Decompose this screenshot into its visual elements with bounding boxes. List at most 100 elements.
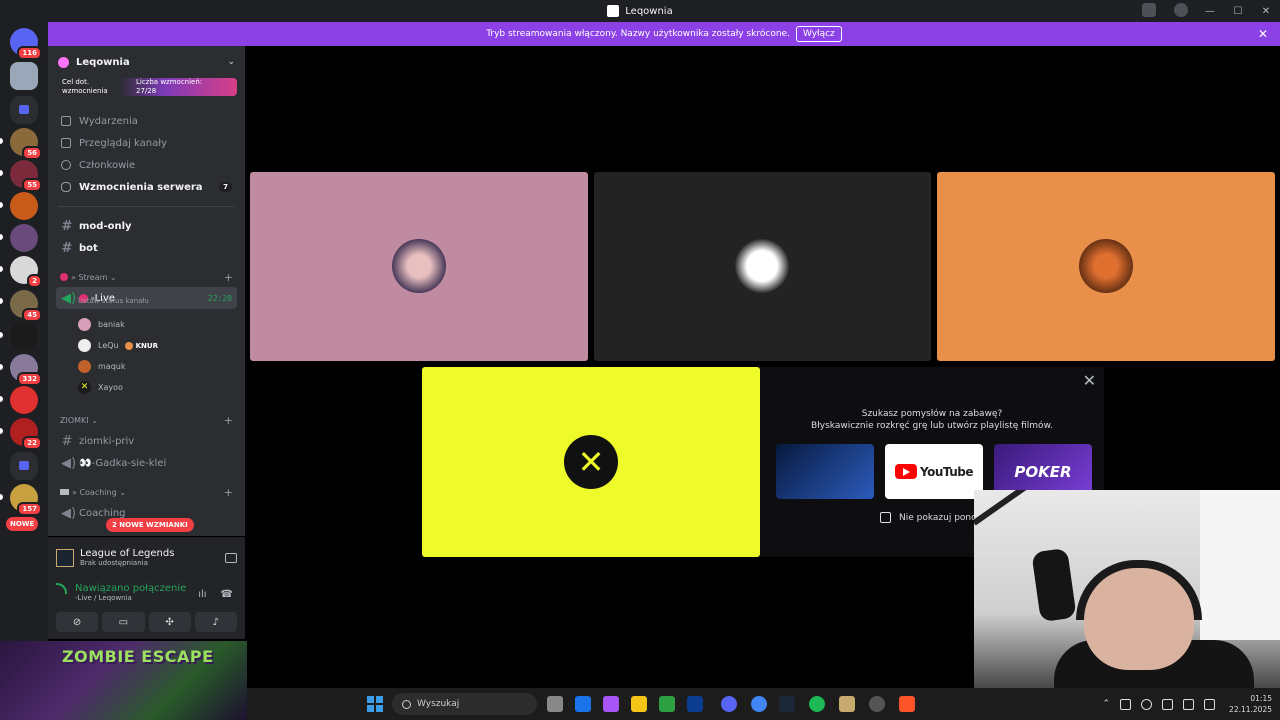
activity-card-youtube[interactable]: YouTube xyxy=(885,444,983,499)
server-icon[interactable] xyxy=(10,386,38,414)
activities-button[interactable]: ✣ xyxy=(148,612,191,632)
microphone-icon[interactable] xyxy=(1162,698,1174,710)
disable-streamer-mode-button[interactable]: Wyłącz xyxy=(795,26,842,42)
nav-browse-channels[interactable]: Przeglądaj kanały xyxy=(56,132,237,154)
channel-bot[interactable]: # bot xyxy=(56,237,237,259)
share-screen-icon[interactable] xyxy=(225,552,237,563)
chrome-icon[interactable] xyxy=(751,696,767,712)
clock[interactable]: 01:15 22.11.2025 xyxy=(1229,693,1272,715)
server-header[interactable]: Leqownia ⌄ xyxy=(48,46,245,78)
task-view-icon[interactable] xyxy=(547,696,563,712)
server-icon[interactable]: 332 xyxy=(10,354,42,386)
soundboard-button[interactable]: ♪ xyxy=(194,612,237,632)
card-label: POKER xyxy=(1014,462,1072,481)
voice-user[interactable]: maquk xyxy=(78,356,245,377)
voice-user[interactable]: ✕ Xayoo xyxy=(78,377,245,398)
dont-show-again-checkbox[interactable]: Nie pokazuj ponow xyxy=(880,512,984,523)
activity-card-game[interactable] xyxy=(776,444,874,499)
nav-events[interactable]: Wydarzenia xyxy=(56,110,237,132)
video-tile-maquk[interactable] xyxy=(937,172,1275,361)
server-name: Leqownia xyxy=(76,56,130,68)
add-channel-icon[interactable]: + xyxy=(224,414,233,427)
close-icon[interactable]: ✕ xyxy=(1258,27,1268,41)
folder-icon[interactable] xyxy=(10,96,38,124)
video-tile-lequ[interactable] xyxy=(594,172,931,361)
tray-app-icon[interactable] xyxy=(1141,698,1153,710)
server-icon[interactable]: 157 xyxy=(10,484,42,516)
nav-members[interactable]: Członkowie xyxy=(56,154,237,176)
channel-gadka[interactable]: ◀) 👀-Gadka-sie-klei xyxy=(56,452,237,474)
unread-indicator xyxy=(0,170,3,176)
inbox-icon[interactable] xyxy=(1142,3,1156,17)
new-servers-pill[interactable]: NOWE xyxy=(6,517,39,531)
hashtag-icon: # xyxy=(61,433,73,449)
category-stream[interactable]: » Stream ⌄ + xyxy=(56,267,237,287)
file-explorer-icon[interactable] xyxy=(631,696,647,712)
nav-server-boosts[interactable]: Wzmocnienia serwera 7 xyxy=(56,176,237,198)
nav-label: Wzmocnienia serwera xyxy=(79,181,203,193)
steam-icon[interactable] xyxy=(779,696,795,712)
home-button[interactable]: 116 xyxy=(10,28,42,60)
voice-user[interactable]: LeQu KNUR xyxy=(78,335,245,356)
network-icon[interactable] xyxy=(1183,698,1195,710)
photoshop-icon[interactable] xyxy=(687,696,703,712)
server-icon[interactable]: 2 xyxy=(10,256,42,288)
noise-suppression-icon[interactable]: ılı xyxy=(198,589,206,600)
help-icon[interactable] xyxy=(1174,3,1188,17)
voice-connection-panel: Nawiązano połączenie -Live / Leqownia ıl… xyxy=(48,577,245,639)
close-icon[interactable]: ✕ xyxy=(1083,371,1096,390)
connection-status: Nawiązano połączenie xyxy=(75,583,187,594)
tray-app-icon[interactable] xyxy=(1120,698,1132,710)
disconnect-icon[interactable]: ☎ xyxy=(221,589,233,600)
popup-hint: Błyskawicznie rozkręć grę lub utwórz pla… xyxy=(811,421,1053,431)
server-icon[interactable]: 45 xyxy=(10,290,42,322)
server-icon[interactable] xyxy=(10,192,38,220)
share-screen-button[interactable]: ▭ xyxy=(102,612,145,632)
store-icon[interactable] xyxy=(659,696,675,712)
new-mentions-pill[interactable]: 2 NOWE WZMIANKI xyxy=(106,518,194,532)
server-icon[interactable] xyxy=(10,224,38,252)
channel-name: ziomki-priv xyxy=(79,435,135,447)
taskbar: Wyszukaj ⌃ 01:15 22.11.2025 xyxy=(247,688,1280,720)
server-icon[interactable]: 56 xyxy=(10,128,42,160)
channel-name: bot xyxy=(79,242,98,254)
mic-arm xyxy=(974,490,1066,526)
signal-icon[interactable] xyxy=(56,583,67,594)
set-channel-status[interactable]: Ustaw status kanału xyxy=(78,297,245,305)
maximize-button[interactable]: ☐ xyxy=(1224,6,1252,17)
video-tile-xayoo[interactable]: ✕ xyxy=(422,367,760,557)
server-icon[interactable]: 22 xyxy=(10,418,42,450)
server-icon[interactable] xyxy=(10,322,38,350)
server-icon[interactable] xyxy=(10,62,38,90)
nav-label: Członkowie xyxy=(79,159,136,171)
brave-icon[interactable] xyxy=(899,696,915,712)
video-tile-baniak[interactable] xyxy=(250,172,588,361)
taskbar-search[interactable]: Wyszukaj xyxy=(392,693,537,715)
channel-mod-only[interactable]: # mod-only xyxy=(56,215,237,237)
windows-start-icon[interactable] xyxy=(367,696,383,712)
camera-off-button[interactable]: ⊘ xyxy=(56,612,99,632)
folder-icon[interactable] xyxy=(10,452,38,480)
discord-taskbar-icon[interactable] xyxy=(721,696,737,712)
category-ziomki[interactable]: ZIOMKI ⌄ + xyxy=(56,410,237,430)
unread-indicator xyxy=(0,494,3,500)
category-coaching[interactable]: » Coaching ⌄ + xyxy=(56,482,237,502)
outlook-icon[interactable] xyxy=(575,696,591,712)
server-icon[interactable]: 55 xyxy=(10,160,42,192)
unread-indicator xyxy=(0,396,3,402)
add-channel-icon[interactable]: + xyxy=(224,271,233,284)
avatar: ✕ xyxy=(78,381,91,394)
add-channel-icon[interactable]: + xyxy=(224,486,233,499)
channel-ziomki-priv[interactable]: # ziomki-priv xyxy=(56,430,237,452)
close-window-button[interactable]: ✕ xyxy=(1252,6,1280,17)
voice-user[interactable]: baniak xyxy=(78,314,245,335)
boost-goal-bar[interactable]: Cel dot. wzmocnienia Liczba wzmocnień: 2… xyxy=(56,78,237,96)
minimize-button[interactable]: — xyxy=(1196,6,1224,17)
chevron-up-icon[interactable]: ⌃ xyxy=(1103,699,1111,709)
copilot-icon[interactable] xyxy=(603,696,619,712)
hashtag-list-icon xyxy=(61,138,71,148)
obs-icon[interactable] xyxy=(869,696,885,712)
league-client-icon[interactable] xyxy=(839,696,855,712)
spotify-icon[interactable] xyxy=(809,696,825,712)
volume-icon[interactable] xyxy=(1204,698,1216,710)
